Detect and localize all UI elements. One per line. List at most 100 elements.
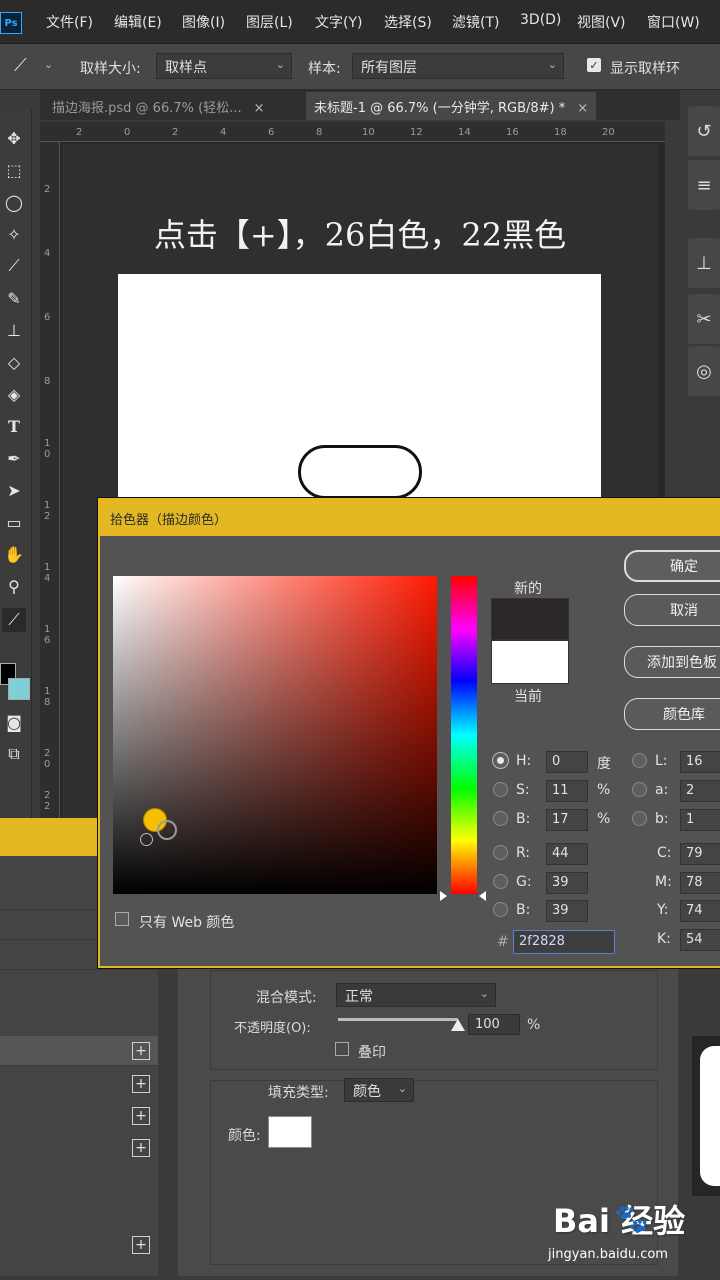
cc-libraries-icon[interactable]: ◎ <box>688 346 720 396</box>
zoom-icon[interactable]: ⚲ <box>2 574 26 598</box>
menu-3d[interactable]: 3D(D) <box>520 12 561 28</box>
lab-b-input[interactable]: 1 <box>680 809 720 831</box>
color-libraries-button[interactable]: 颜色库 <box>624 698 720 730</box>
ruler-tick-label: 16 <box>506 127 519 138</box>
add-icon[interactable]: + <box>132 1236 150 1254</box>
magic-wand-icon[interactable]: ✧ <box>2 222 26 246</box>
hue-radio[interactable] <box>493 753 508 768</box>
screen-mode-icon[interactable]: ⧉ <box>2 742 26 766</box>
red-input[interactable]: 44 <box>546 843 588 865</box>
ok-button[interactable]: 确定 <box>624 550 720 582</box>
menu-window[interactable]: 窗口(W) <box>647 12 700 32</box>
quick-mask-icon[interactable]: ◙ <box>2 710 26 734</box>
brightness-input[interactable]: 17 <box>546 809 588 831</box>
eyedropper-icon[interactable]: ⟋ <box>2 608 26 632</box>
dialog-title: 拾色器（描边颜色） <box>110 513 228 528</box>
tab-untitled[interactable]: 未标题-1 @ 66.7% (一分钟学, RGB/8#) * × <box>306 92 597 120</box>
brush-icon[interactable]: ✎ <box>2 286 26 310</box>
overprint-checkbox[interactable] <box>335 1042 349 1056</box>
opacity-slider-handle[interactable] <box>451 1019 465 1031</box>
web-colors-checkbox[interactable] <box>115 912 129 926</box>
opacity-unit: % <box>527 1017 541 1033</box>
add-icon[interactable]: + <box>132 1107 150 1125</box>
sample-value: 所有图层 <box>361 60 417 76</box>
green-radio[interactable] <box>493 874 508 889</box>
cyan-input[interactable]: 79 <box>680 843 720 865</box>
sample-size-select[interactable]: 取样点 ⌄ <box>156 53 292 79</box>
hex-input[interactable]: 2f2828 <box>513 930 615 954</box>
blue-input[interactable]: 39 <box>546 900 588 922</box>
menu-type[interactable]: 文字(Y) <box>315 12 362 32</box>
menu-layer[interactable]: 图层(L) <box>246 12 293 32</box>
lab-b-radio[interactable] <box>632 811 647 826</box>
stamp-icon[interactable]: ⊥ <box>2 318 26 342</box>
show-ring-checkbox[interactable]: ✓ <box>587 58 601 72</box>
add-icon[interactable]: + <box>132 1075 150 1093</box>
menu-edit[interactable]: 编辑(E) <box>114 12 162 32</box>
hue-slider-arrow-left[interactable] <box>440 891 447 901</box>
lab-l-input[interactable]: 16 <box>680 751 720 773</box>
stroke-color-swatch[interactable] <box>268 1116 312 1148</box>
move-icon[interactable]: ✥ <box>2 126 26 150</box>
chevron-down-icon[interactable]: ⌄ <box>44 58 53 71</box>
fill-type-select[interactable]: 颜色 ⌄ <box>344 1078 414 1102</box>
close-icon[interactable]: × <box>577 101 588 116</box>
brush-settings-icon[interactable]: ≡ <box>688 160 720 210</box>
blue-radio[interactable] <box>493 902 508 917</box>
hue-input[interactable]: 0 <box>546 751 588 773</box>
new-color-swatch <box>491 598 569 640</box>
add-icon[interactable]: + <box>132 1139 150 1157</box>
saturation-unit: % <box>597 782 611 798</box>
tab-poster[interactable]: 描边海报.psd @ 66.7% (轻松... × <box>44 92 272 120</box>
opacity-input[interactable]: 100 <box>468 1014 520 1035</box>
lab-a-radio[interactable] <box>632 782 647 797</box>
magenta-input[interactable]: 78 <box>680 872 720 894</box>
blend-mode-select[interactable]: 正常 ⌄ <box>336 983 496 1007</box>
menu-view[interactable]: 视图(V) <box>577 12 626 32</box>
clone-source-icon[interactable]: ⊥ <box>688 238 720 288</box>
eyedropper-icon[interactable]: ⟋ <box>14 55 27 76</box>
green-input[interactable]: 39 <box>546 872 588 894</box>
lasso-icon[interactable]: ◯ <box>2 190 26 214</box>
menu-select[interactable]: 选择(S) <box>384 12 432 32</box>
lab-a-input[interactable]: 2 <box>680 780 720 802</box>
hand-icon[interactable]: ✋ <box>2 542 26 566</box>
hue-slider[interactable] <box>451 576 477 894</box>
saturation-brightness-field[interactable] <box>113 576 437 894</box>
menu-file[interactable]: 文件(F) <box>46 12 93 32</box>
menu-filter[interactable]: 滤镜(T) <box>452 12 499 32</box>
horizontal-ruler <box>40 122 665 142</box>
sample-select[interactable]: 所有图层 ⌄ <box>352 53 564 79</box>
add-to-swatches-button[interactable]: 添加到色板 <box>624 646 720 678</box>
path-select-icon[interactable]: ➤ <box>2 478 26 502</box>
cancel-button[interactable]: 取消 <box>624 594 720 626</box>
hue-slider-arrow-right[interactable] <box>479 891 486 901</box>
red-radio[interactable] <box>493 845 508 860</box>
type-icon[interactable]: T <box>2 414 26 438</box>
pen-icon[interactable]: ✒ <box>2 446 26 470</box>
menu-image[interactable]: 图像(I) <box>182 12 225 32</box>
background-color-swatch[interactable] <box>8 678 30 700</box>
history-icon[interactable]: ↺ <box>688 106 720 156</box>
color-picker-ring[interactable] <box>157 820 177 840</box>
add-icon[interactable]: + <box>132 1042 150 1060</box>
tool-presets-icon[interactable]: ✂ <box>688 294 720 344</box>
close-icon[interactable]: × <box>254 101 265 116</box>
marquee-icon[interactable]: ⬚ <box>2 158 26 182</box>
paint-bucket-icon[interactable]: ◈ <box>2 382 26 406</box>
lab-l-radio[interactable] <box>632 753 647 768</box>
black-input[interactable]: 54 <box>680 929 720 951</box>
eyedropper-icon[interactable]: ⟋ <box>2 254 26 278</box>
opacity-slider-track[interactable] <box>338 1018 458 1021</box>
rectangle-icon[interactable]: ▭ <box>2 510 26 534</box>
current-color-swatch[interactable] <box>491 640 569 684</box>
photoshop-logo-icon: Ps <box>0 12 22 34</box>
hex-label: # <box>497 934 509 950</box>
eraser-icon[interactable]: ◇ <box>2 350 26 374</box>
fill-type-value: 颜色 <box>353 1084 381 1100</box>
saturation-radio[interactable] <box>493 782 508 797</box>
saturation-input[interactable]: 11 <box>546 780 588 802</box>
yellow-input[interactable]: 74 <box>680 900 720 922</box>
brightness-radio[interactable] <box>493 811 508 826</box>
ruler-tick-label: 4 <box>220 127 227 138</box>
